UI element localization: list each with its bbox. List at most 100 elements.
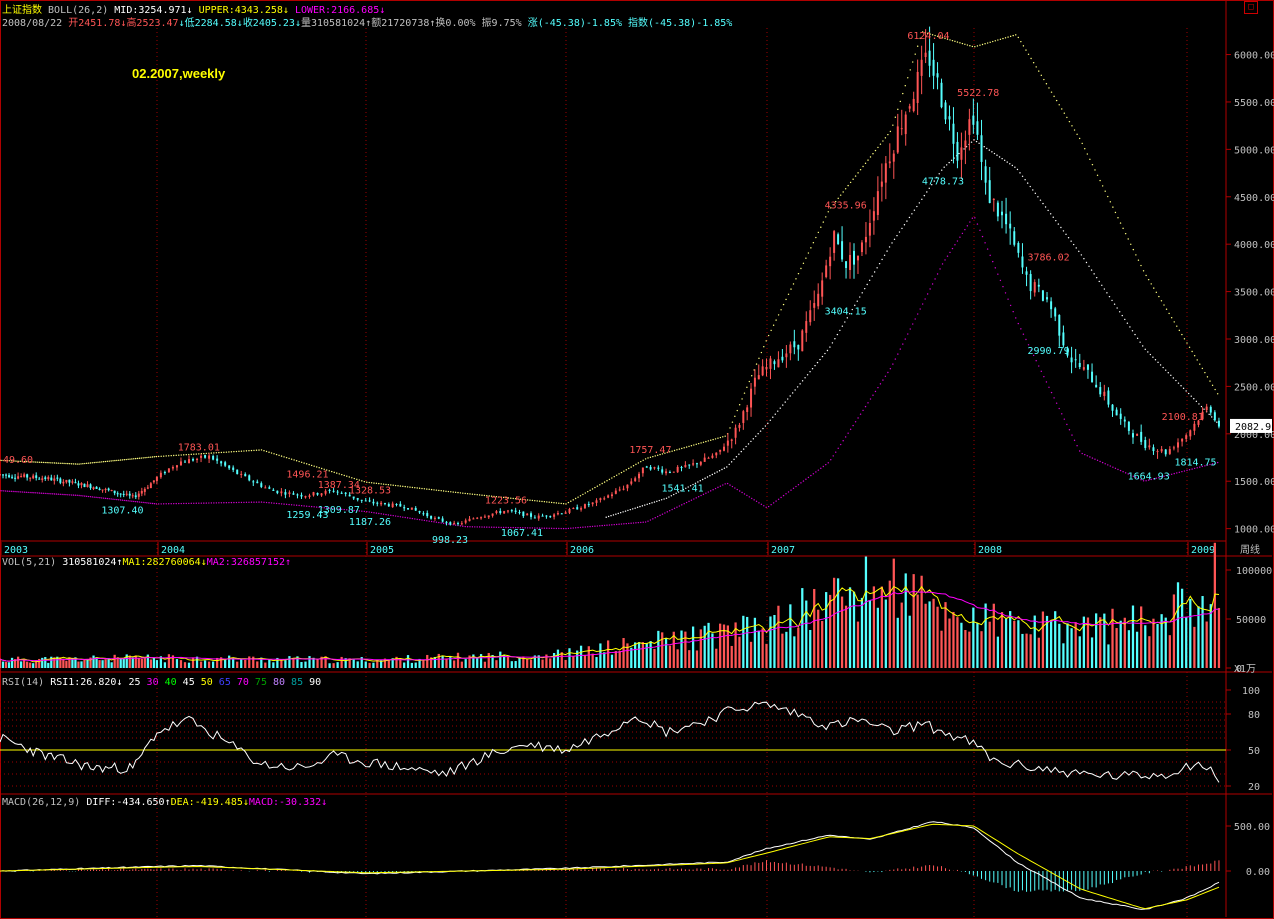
candle-body — [468, 518, 471, 522]
chart-svg[interactable]: 2003 2004 2005 2006 2007 2008 2009 周线1000.00150… — [0, 0, 1274, 919]
extreme-label: 1814.75 — [1174, 457, 1216, 468]
boll-upper-dot — [97, 461, 99, 463]
boll-upper-dot — [245, 450, 248, 452]
boll-upper-dot — [1109, 201, 1112, 203]
candle-body — [272, 489, 275, 491]
boll-mid-dot — [668, 496, 670, 498]
candle-body — [101, 489, 104, 491]
volume-bar — [1041, 611, 1045, 668]
candle-body — [837, 234, 840, 245]
boll-lower-dot — [63, 493, 65, 496]
boll-lower-dot — [123, 499, 126, 502]
volume-bar — [224, 659, 227, 668]
boll-upper-dot — [1142, 270, 1145, 272]
boll-lower-dot — [263, 501, 265, 504]
boll-mid-dot — [873, 271, 876, 273]
boll-upper-dot — [1099, 179, 1101, 182]
boll-upper-dot — [1201, 367, 1204, 370]
volume-bar — [591, 653, 594, 668]
boll-lower-dot — [243, 501, 245, 504]
boll-lower-dot — [418, 518, 421, 521]
boll-lower-dot — [623, 523, 625, 525]
candle-body — [167, 468, 170, 473]
boll-mid-dot — [891, 242, 893, 244]
boll-lower-dot — [1076, 444, 1078, 447]
volume-bar — [1213, 542, 1216, 668]
boll-mid-dot — [777, 410, 779, 412]
boll-upper-dot — [606, 480, 608, 482]
volume-bar — [672, 631, 675, 668]
boll-upper-dot — [649, 456, 652, 459]
boll-lower-dot — [567, 527, 570, 530]
boll-upper-dot — [134, 457, 137, 460]
boll-upper-dot — [743, 392, 746, 394]
boll-mid-dot — [1126, 322, 1129, 324]
boll-lower-dot — [934, 278, 936, 280]
boll-lower-dot — [999, 279, 1002, 282]
boll-lower-dot — [792, 487, 795, 490]
boll-upper-dot — [52, 462, 54, 464]
candle-body — [116, 493, 119, 495]
boll-lower-dot — [180, 502, 182, 505]
candle-body — [503, 511, 506, 514]
boll-lower-dot — [693, 498, 695, 500]
boll-lower-dot — [29, 491, 31, 494]
extreme-label: 3786.02 — [1027, 252, 1069, 263]
candle-body — [1078, 362, 1081, 368]
volume-bar — [730, 645, 733, 668]
boll-upper-dot — [815, 236, 817, 239]
x-tick-label: 2007 — [771, 545, 795, 556]
volume-bar — [163, 662, 167, 668]
candle-body — [256, 481, 259, 484]
boll-lower-dot — [8, 490, 11, 492]
boll-lower-dot — [195, 502, 197, 504]
boll-upper-dot — [594, 486, 596, 489]
boll-lower-dot — [835, 451, 837, 453]
boll-upper-dot — [1107, 195, 1109, 198]
boll-lower-dot — [116, 498, 118, 501]
volume-bar — [324, 656, 327, 668]
boll-mid-dot — [824, 352, 826, 355]
boll-upper-dot — [695, 443, 697, 446]
extreme-label: 1309.87 — [318, 505, 360, 516]
candle-body — [711, 455, 714, 458]
candle-body — [53, 478, 56, 481]
candle-body — [1013, 231, 1016, 245]
boll-lower-dot — [305, 505, 308, 507]
boll-upper-dot — [290, 458, 293, 460]
boll-mid-dot — [728, 463, 730, 466]
boll-mid-dot — [1200, 405, 1203, 408]
boll-upper-dot — [628, 467, 630, 470]
candle-body — [1029, 274, 1032, 292]
boll-lower-dot — [0, 489, 1, 492]
boll-lower-dot — [902, 343, 904, 345]
boll-mid-dot — [1026, 182, 1029, 184]
candle-body — [809, 310, 812, 323]
boll-lower-dot — [488, 526, 490, 528]
boll-upper-dot — [108, 460, 110, 462]
boll-upper-dot — [333, 471, 335, 474]
candle-body — [742, 411, 745, 423]
macd-diff-line — [0, 821, 1220, 910]
boll-lower-dot — [1015, 317, 1017, 319]
candle-body — [572, 507, 575, 509]
candle-body — [884, 163, 887, 183]
boll-lower-dot — [1073, 439, 1076, 442]
boll-upper-dot — [984, 43, 986, 45]
candle-body — [665, 471, 668, 474]
boll-lower-dot — [44, 492, 46, 495]
boll-mid-dot — [665, 497, 668, 499]
candle-body — [26, 474, 29, 478]
candle-body — [86, 484, 89, 487]
boll-upper-dot — [546, 501, 548, 503]
volume-bar — [746, 616, 749, 668]
candle-body — [376, 502, 379, 504]
boll-lower-dot — [162, 503, 165, 505]
boll-mid-dot — [1001, 157, 1003, 160]
candle-body — [1160, 449, 1163, 452]
boll-mid-dot — [806, 374, 809, 376]
extreme-label: 1783.01 — [178, 442, 220, 453]
candle-body — [841, 241, 844, 260]
boll-upper-dot — [121, 459, 124, 461]
boll-lower-dot — [129, 500, 131, 502]
